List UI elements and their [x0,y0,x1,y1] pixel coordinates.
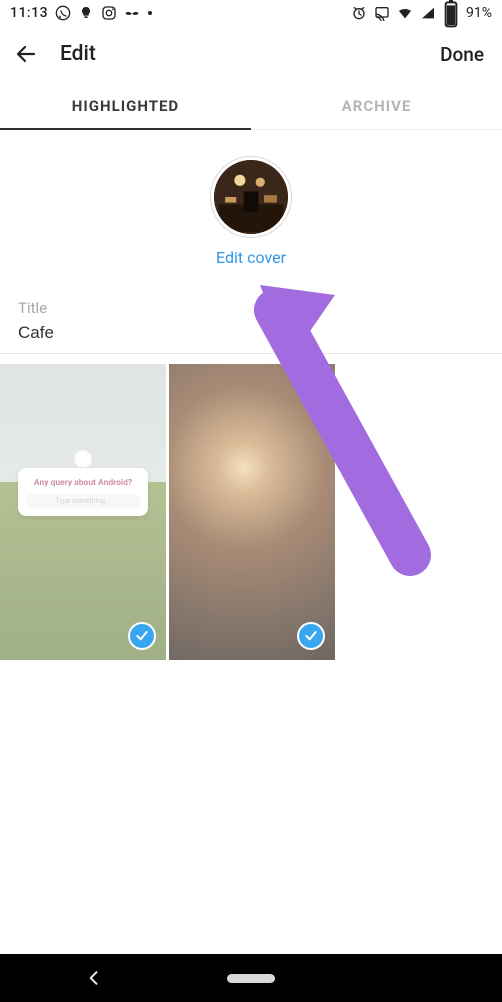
nav-back-button[interactable] [70,954,118,1002]
title-label: Title [18,299,484,317]
mustache-icon [124,5,140,21]
tab-archive[interactable]: ARCHIVE [251,82,502,129]
bulb-icon [78,5,94,21]
cover-thumbnail [214,160,288,234]
app-header: Edit Done [0,26,502,82]
selected-check-icon [297,622,325,650]
page-title: Edit [60,42,96,66]
title-block: Title [0,281,502,354]
signal-icon [420,5,436,21]
status-bar-left: 11:13 [10,5,153,21]
back-button[interactable] [14,42,38,66]
tabs: HIGHLIGHTED ARCHIVE [0,82,502,130]
home-pill-icon [227,974,275,983]
screen: 11:13 [0,0,502,1002]
dot-icon [147,5,153,21]
done-button[interactable]: Done [436,37,488,72]
battery-icon [443,5,459,21]
status-bar-right: 91% [351,5,492,21]
selected-check-icon [128,622,156,650]
edit-cover-link[interactable]: Edit cover [216,248,286,267]
instagram-icon [101,5,117,21]
nav-home-button[interactable] [227,954,275,1002]
story-grid: Any query about Android? Type something.… [0,354,502,660]
title-input[interactable] [18,323,484,343]
cover-area: Edit cover [0,130,502,277]
status-time: 11:13 [10,5,48,21]
story-thumbnail-2[interactable] [169,364,335,660]
arrow-left-icon [14,42,38,66]
cover-image[interactable] [210,156,292,238]
battery-text: 91% [466,5,492,21]
wifi-icon [397,5,413,21]
story-thumbnail-1[interactable]: Any query about Android? Type something.… [0,364,166,660]
alarm-icon [351,5,367,21]
whatsapp-icon [55,5,71,21]
status-bar: 11:13 [0,0,502,26]
android-nav-bar [0,954,502,1002]
cast-icon [374,5,390,21]
tab-highlighted[interactable]: HIGHLIGHTED [0,82,251,129]
chevron-left-icon [84,968,104,988]
